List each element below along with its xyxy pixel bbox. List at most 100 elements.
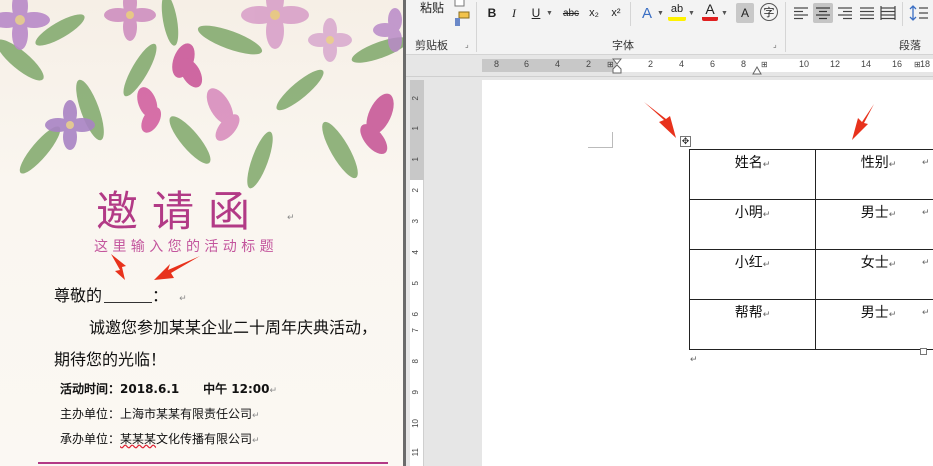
- enclose-characters-button[interactable]: 字: [760, 3, 778, 21]
- vertical-ruler[interactable]: 2 1 1 2 3 4 5 6 7 8 9 10 11: [410, 80, 424, 466]
- ruler-number: 1: [411, 157, 420, 162]
- subscript-button[interactable]: x₂: [586, 3, 602, 23]
- font-color-dropdown-icon[interactable]: ▼: [721, 10, 728, 17]
- ruler-number: 14: [861, 59, 872, 69]
- event-time: 活动时间：2018.6.1 中午 12:00↵: [60, 380, 277, 397]
- ribbon-separator: [785, 2, 786, 52]
- table-resize-handle[interactable]: [920, 348, 927, 355]
- ruler-number: 8: [741, 59, 747, 69]
- font-group-label: 字体: [612, 40, 634, 52]
- ribbon-separator: [476, 2, 477, 52]
- ruler-number: 2: [411, 188, 420, 193]
- crop-mark: [588, 147, 612, 148]
- table-column-marker[interactable]: ⊞: [914, 60, 921, 69]
- time-noon: 中午 12:00: [203, 382, 270, 396]
- highlight-button[interactable]: ab: [668, 1, 686, 21]
- time-date: 2018.6.1: [120, 382, 180, 396]
- table-cell[interactable]: 男士↵: [815, 299, 933, 350]
- paste-label: 粘贴: [419, 0, 444, 15]
- ruler-number: 11: [411, 448, 420, 457]
- paragraph-mark: ↵: [287, 213, 295, 223]
- paragraph-mark: ↵: [762, 210, 771, 220]
- ruler-number: 4: [679, 59, 685, 69]
- text-effects-dropdown-icon[interactable]: ▼: [657, 10, 664, 17]
- ruler-number: 2: [586, 59, 592, 69]
- paragraph-mark: ↵: [762, 260, 771, 270]
- table-row: 小红↵ 女士↵: [689, 249, 933, 300]
- table-cell[interactable]: 性别↵: [815, 149, 933, 200]
- ruler-number: 12: [830, 59, 841, 69]
- table-cell[interactable]: 姓名↵: [689, 149, 816, 200]
- table-cell[interactable]: 小明↵: [689, 199, 816, 250]
- table-column-marker[interactable]: ⊞: [761, 60, 768, 69]
- paragraph-mark: ↵: [252, 411, 260, 421]
- cell-text: 女士: [860, 255, 889, 271]
- ruler-number: 16: [892, 59, 903, 69]
- cell-text: 性别: [860, 155, 889, 171]
- cell-text: 帮帮: [734, 305, 763, 321]
- red-arrow-icon: [644, 102, 676, 138]
- justify-icon[interactable]: [859, 5, 875, 21]
- font-color-button[interactable]: A: [702, 1, 718, 21]
- character-shading-button[interactable]: A: [736, 3, 754, 23]
- copy-icon[interactable]: [453, 0, 467, 8]
- host-text: 主办单位：上海市某某有限责任公司: [60, 407, 253, 421]
- host-line: 主办单位：上海市某某有限责任公司↵: [60, 405, 260, 422]
- organizer-label: 承办单位：: [60, 432, 121, 446]
- underline-dropdown-icon[interactable]: ▼: [546, 10, 553, 17]
- organizer-suffix: 文化传播有限公司: [156, 432, 253, 446]
- cell-text: 男士: [860, 305, 889, 321]
- table-row: 姓名↵ 性别↵: [689, 149, 933, 200]
- ruler-number: 1: [411, 126, 420, 131]
- paragraph-group-label: 段落: [899, 40, 921, 52]
- underline-button[interactable]: U: [528, 3, 544, 23]
- table-column-marker[interactable]: ⊞: [607, 60, 614, 69]
- red-arrow-icon: [111, 254, 126, 280]
- format-painter-icon[interactable]: [453, 10, 471, 28]
- clipboard-launcher-icon[interactable]: ⌟: [465, 40, 469, 49]
- cell-text: 男士: [860, 205, 889, 221]
- ruler-number: 10: [799, 59, 810, 69]
- text-effects-button[interactable]: A: [638, 3, 656, 23]
- ruler-number: 18: [920, 59, 931, 69]
- paste-button[interactable]: 粘贴: [412, 0, 452, 16]
- horizontal-ruler[interactable]: 8 6 4 2 2 4 6 8 10 12 14 16 18 ⊞ ⊞ ⊞: [406, 55, 933, 77]
- screenshot-root: 邀请函 ↵ 这里输入您的活动标题 尊敬的： ↵ 诚邀您参加某某企业二十周年庆典活…: [0, 0, 933, 466]
- paragraph-mark: ↵: [762, 310, 771, 320]
- bold-button[interactable]: B: [484, 3, 500, 23]
- table-row: 帮帮↵ 男士↵: [689, 299, 933, 350]
- ruler-number: 7: [411, 328, 420, 333]
- card-bottom-rule: [38, 462, 388, 464]
- strikethrough-button[interactable]: abc: [560, 3, 582, 23]
- align-right-icon[interactable]: [837, 5, 853, 21]
- table-cell[interactable]: 小红↵: [689, 249, 816, 300]
- ruler-number: 2: [648, 59, 654, 69]
- align-left-icon[interactable]: [793, 5, 809, 21]
- ruler-number: 4: [555, 59, 561, 69]
- align-center-button[interactable]: [813, 3, 833, 23]
- paragraph-mark: ↵: [888, 310, 897, 320]
- table-row: 小明↵ 男士↵: [689, 199, 933, 250]
- row-end-mark: ↵: [922, 307, 930, 317]
- italic-button[interactable]: I: [506, 3, 522, 23]
- cell-text: 小明: [734, 205, 763, 221]
- paragraph-mark: ↵: [888, 160, 897, 170]
- highlight-dropdown-icon[interactable]: ▼: [688, 10, 695, 17]
- document-page[interactable]: ✥ 姓名↵ 性别↵ 小明↵ 男士↵ 小红↵ 女士↵ 帮帮↵ 男士↵ ↵ ↵ ↵ …: [482, 80, 933, 466]
- name-blank[interactable]: [104, 289, 153, 303]
- table-cell[interactable]: 男士↵: [815, 199, 933, 250]
- clipboard-group-label: 剪贴板: [415, 40, 448, 52]
- ribbon-separator: [630, 2, 631, 26]
- organizer-name: 某某某: [120, 432, 157, 446]
- table-cell[interactable]: 帮帮↵: [689, 299, 816, 350]
- paragraph-mark: ↵: [762, 160, 771, 170]
- invitation-body-line2: 期待您的光临！: [54, 350, 167, 369]
- line-spacing-icon[interactable]: [909, 3, 929, 23]
- ruler-number: 10: [411, 419, 420, 428]
- font-launcher-icon[interactable]: ⌟: [773, 40, 777, 49]
- distributed-icon[interactable]: [880, 5, 896, 21]
- greeting-prefix: 尊敬的: [54, 286, 103, 305]
- superscript-button[interactable]: x²: [608, 3, 624, 23]
- table-cell[interactable]: 女士↵: [815, 249, 933, 300]
- invitation-body-line1: 诚邀您参加某某企业二十周年庆典活动，: [89, 318, 378, 337]
